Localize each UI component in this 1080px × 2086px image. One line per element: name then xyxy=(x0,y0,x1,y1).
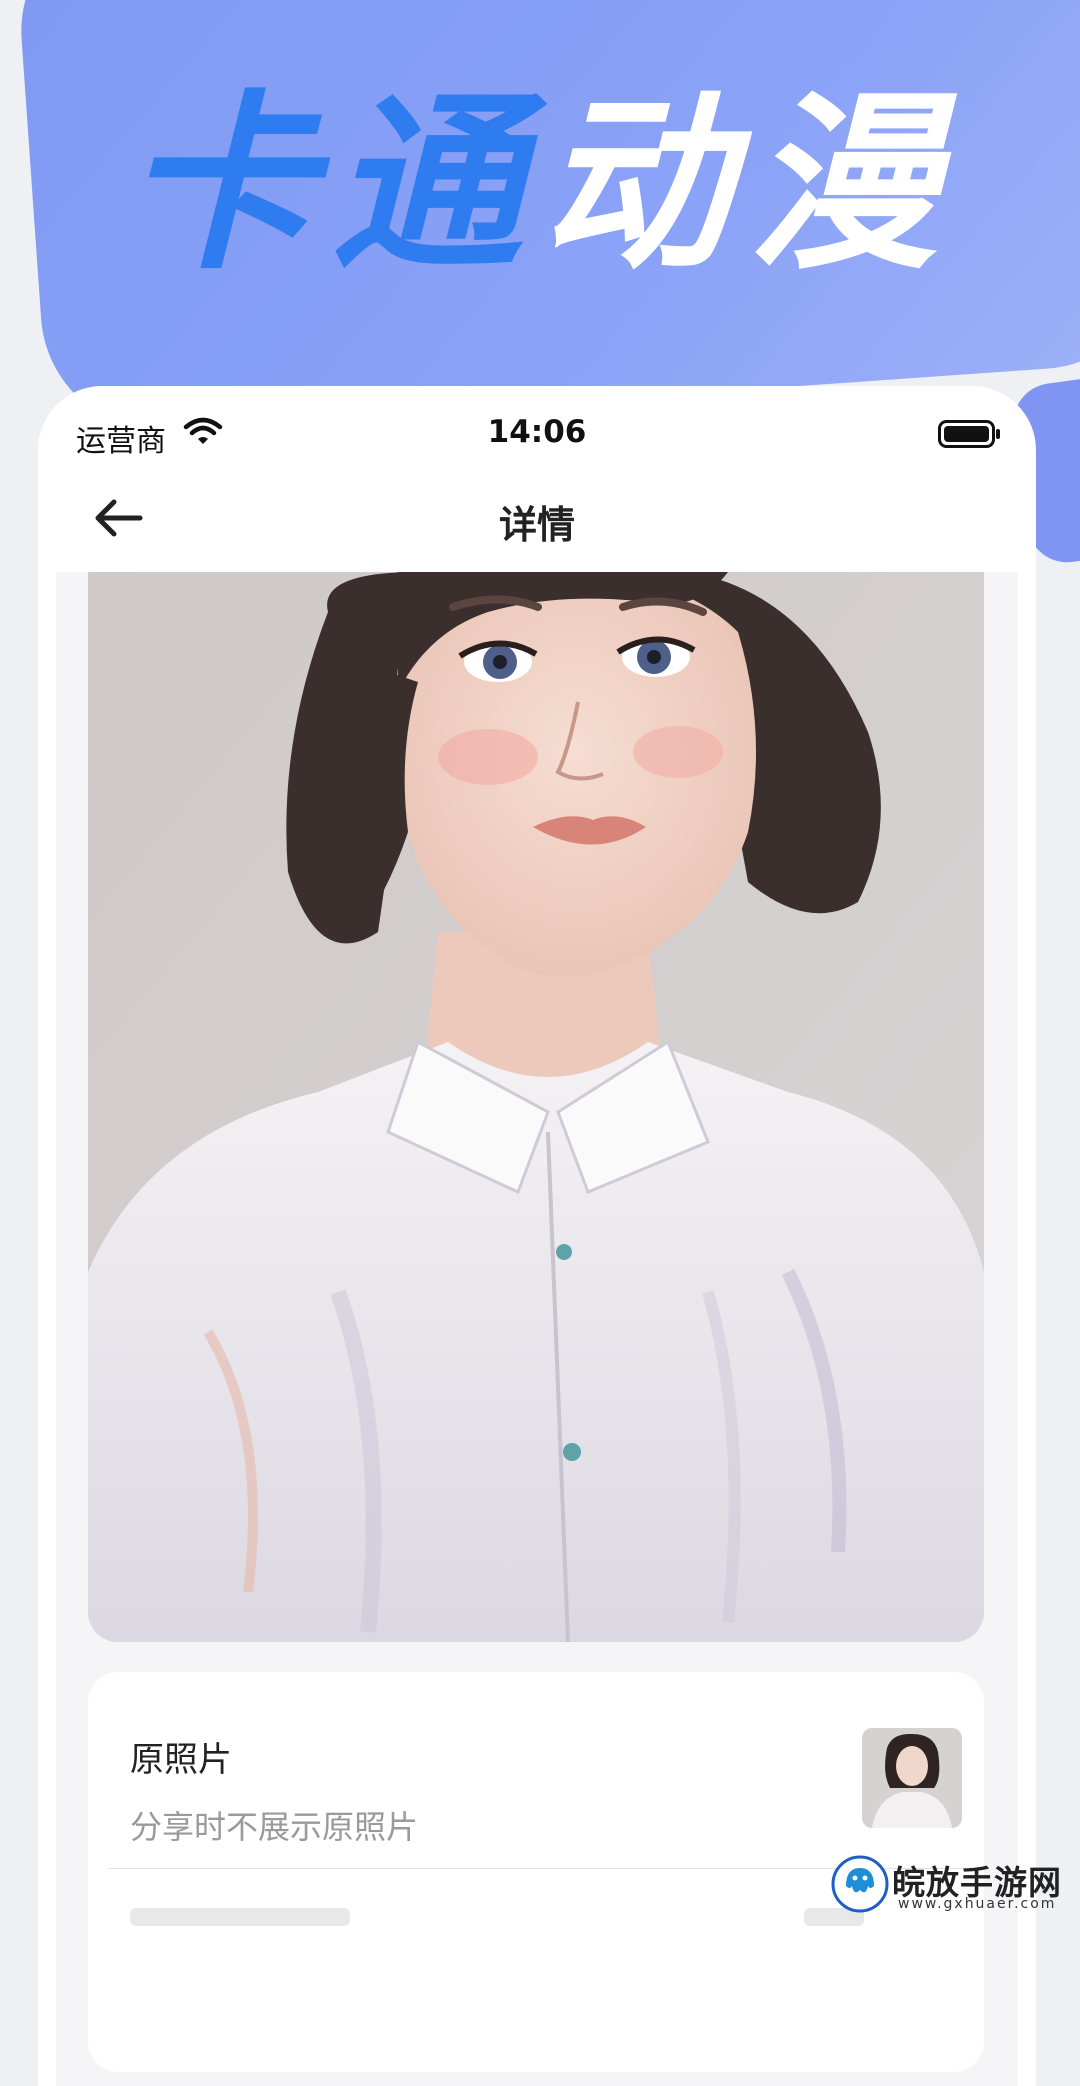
cartoon-portrait-image[interactable] xyxy=(88,572,984,1642)
octopus-logo-icon xyxy=(831,1855,889,1913)
phone-screen: 运营商 14:06 详情 原照片 分享时不展示原照片 xyxy=(38,386,1036,2086)
promo-title-part1: 卡通 xyxy=(123,74,540,295)
navigation-bar: 详情 xyxy=(38,468,1036,564)
watermark-url: www.gxhuaer.com xyxy=(898,1896,1057,1912)
original-photo-thumbnail[interactable] xyxy=(862,1728,962,1828)
original-photo-subtitle: 分享时不展示原照片 xyxy=(130,1808,419,1846)
page-title: 详情 xyxy=(498,503,575,547)
battery-icon xyxy=(938,420,1002,452)
promo-title: 卡通动漫 xyxy=(0,90,1080,280)
next-row-placeholder xyxy=(130,1908,350,1926)
site-watermark: 皖放手游网 www.gxhuaer.com xyxy=(830,1850,1080,1920)
promo-title-part2: 动漫 xyxy=(540,74,957,295)
status-time: 14:06 xyxy=(487,414,587,450)
original-photo-title: 原照片 xyxy=(130,1740,232,1780)
status-bar: 运营商 14:06 xyxy=(38,386,1036,468)
